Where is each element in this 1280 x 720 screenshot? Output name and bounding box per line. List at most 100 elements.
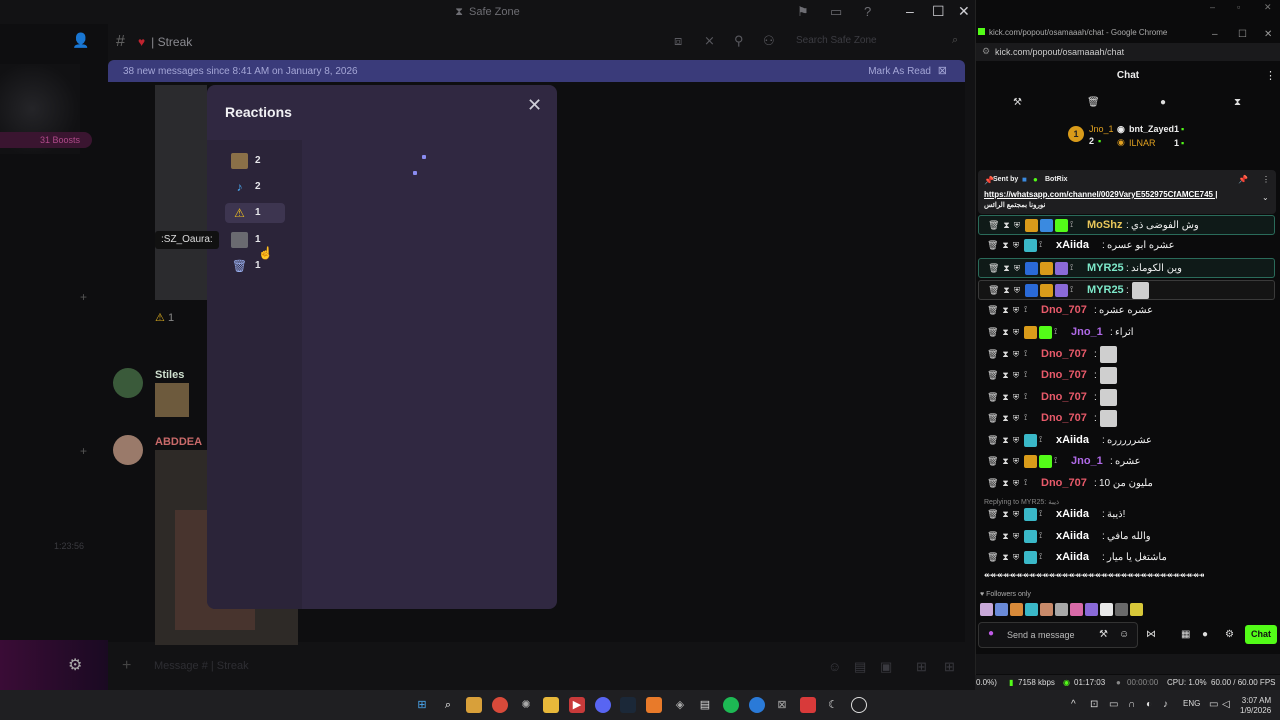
emote[interactable] xyxy=(1070,603,1083,616)
maximize-button[interactable]: ☐ xyxy=(932,3,945,20)
chat-message[interactable]: 🗑⧗⛨ ⟟ Jno_1: اثراء xyxy=(978,323,1275,343)
mod-actions-icon[interactable]: 🗑⧗⛨ xyxy=(987,240,1023,251)
mic-icon[interactable]: ● xyxy=(988,628,994,639)
gif-icon[interactable]: ▤ xyxy=(854,659,866,675)
emote[interactable] xyxy=(1025,603,1038,616)
reaction-item[interactable]: ♪ 2 xyxy=(225,177,285,197)
close-window-button[interactable]: ✕ xyxy=(1264,29,1272,40)
media-app-icon[interactable]: ▶ xyxy=(569,697,585,713)
chat-message[interactable]: 🗑⧗⛨ ⟟ xAiida: عشره ابو عسره xyxy=(978,236,1275,256)
emoji-icon[interactable]: ☺ xyxy=(828,659,841,674)
avatar-2[interactable] xyxy=(113,435,143,465)
reaction-item[interactable]: 2 xyxy=(225,151,285,171)
reaction-item[interactable]: 🗑 1 xyxy=(225,256,285,276)
chrome-icon[interactable] xyxy=(492,697,508,713)
pinned-bot-name[interactable]: BotRix xyxy=(1045,176,1068,183)
search-input[interactable]: Search Safe Zone xyxy=(790,31,965,51)
mod-actions-icon[interactable]: 🗑⧗⛨ xyxy=(988,285,1024,296)
inbox-flag-icon[interactable]: ⚑ xyxy=(797,4,809,20)
leaderboard-third-name[interactable]: ILNAR xyxy=(1129,138,1156,148)
site-info-icon[interactable]: ⚙ xyxy=(982,46,990,57)
hourglass-icon[interactable]: ⧗ xyxy=(1234,97,1241,108)
volume-icon[interactable]: ◁ xyxy=(1222,699,1230,710)
reaction-item[interactable]: 1 xyxy=(225,230,285,250)
apps-icon[interactable]: ⊞ xyxy=(944,659,955,675)
calendar-icon[interactable]: ▦ xyxy=(1181,629,1190,640)
emote[interactable] xyxy=(1085,603,1098,616)
app-icon-2[interactable]: ◈ xyxy=(672,697,688,713)
extension-icon[interactable]: ⋈ xyxy=(1146,629,1156,640)
chat-bubble-icon[interactable]: ● xyxy=(1160,97,1166,108)
app-icon-5[interactable]: ⊠ xyxy=(774,697,790,713)
emote[interactable] xyxy=(1115,603,1128,616)
mic-icon[interactable]: ♪ xyxy=(1163,699,1168,710)
chat-message[interactable]: 🗑⧗⛨ ⟟ Dno_707: xyxy=(978,366,1275,386)
headset-icon[interactable]: ∩ xyxy=(1128,699,1135,710)
chat-username[interactable]: Dno_707 xyxy=(1041,477,1087,489)
chat-message[interactable]: 🗑⧗⛨ ⟟ xAiida: عشررررره xyxy=(978,431,1275,451)
new-messages-bar[interactable]: 38 new messages since 8:41 AM on January… xyxy=(108,60,965,82)
message-author-2[interactable]: ABDDEA xyxy=(155,436,202,448)
chat-username[interactable]: Jno_1 xyxy=(1071,455,1103,467)
minimize-button[interactable]: – xyxy=(906,3,914,19)
mod-actions-icon[interactable]: 🗑⧗⛨ xyxy=(987,349,1023,360)
chat-message[interactable]: 🗑⧗⛨ ⟟ xAiida: ذيبة! xyxy=(978,505,1275,525)
minimize-button-top[interactable]: – xyxy=(1210,2,1215,12)
add-icon[interactable]: + xyxy=(80,290,87,304)
app-icon-6[interactable]: ☾ xyxy=(825,697,841,713)
emote[interactable] xyxy=(1010,603,1023,616)
unpin-icon[interactable]: 📌 xyxy=(1238,175,1248,184)
minimize-button[interactable]: – xyxy=(1212,29,1218,40)
add-friend-icon[interactable]: 👤 xyxy=(72,32,89,49)
folder-icon[interactable] xyxy=(543,697,559,713)
chat-username[interactable]: Dno_707 xyxy=(1041,391,1087,403)
chat-username[interactable]: xAiida xyxy=(1056,239,1089,251)
send-message-input[interactable]: Send a message xyxy=(1007,630,1075,640)
chat-emote[interactable] xyxy=(1132,282,1149,299)
chat-emote[interactable] xyxy=(1100,389,1117,406)
chat-username[interactable]: MoShz xyxy=(1087,219,1122,231)
avatar[interactable] xyxy=(113,368,143,398)
url-text[interactable]: kick.com/popout/osamaaah/chat xyxy=(995,47,1124,57)
network-icon[interactable]: ▭ xyxy=(1209,699,1218,710)
gear-icon[interactable]: ⚙ xyxy=(68,655,82,675)
leaderboard-top-name[interactable]: Jno_1 xyxy=(1089,124,1114,134)
command-icon[interactable]: ⚒ xyxy=(1099,629,1108,640)
chat-emote[interactable] xyxy=(1100,367,1117,384)
reaction-bar[interactable]: ⚠ 1 xyxy=(155,311,174,324)
chat-message[interactable]: 🗑⧗⛨ ⟟ Dno_707: xyxy=(978,345,1275,365)
chat-username[interactable]: MYR25 xyxy=(1087,284,1124,296)
tray-icon[interactable]: ⊡ xyxy=(1090,699,1098,710)
emote[interactable] xyxy=(1130,603,1143,616)
inbox-icon[interactable]: ▭ xyxy=(830,4,842,20)
file-app-icon[interactable] xyxy=(466,697,482,713)
boosts-badge[interactable]: 31 Boosts xyxy=(0,132,92,148)
attach-icon[interactable]: + xyxy=(122,657,131,675)
mod-actions-icon[interactable]: 🗑⧗⛨ xyxy=(988,263,1024,274)
mod-actions-icon[interactable]: 🗑⧗⛨ xyxy=(987,456,1023,467)
gift-icon[interactable]: ⊞ xyxy=(916,659,927,675)
tray-icon-2[interactable]: ▭ xyxy=(1109,699,1118,710)
chat-username[interactable]: Jno_1 xyxy=(1071,326,1103,338)
reaction-item-selected[interactable]: ⚠ 1 xyxy=(225,203,285,223)
emoji-icon[interactable]: ☺ xyxy=(1119,629,1129,640)
app-icon-3[interactable]: ▤ xyxy=(697,697,713,713)
language-indicator[interactable]: ENG xyxy=(1183,699,1200,708)
pinned-link[interactable]: https://whatsapp.com/channel/0029VaryE55… xyxy=(984,190,1217,199)
spotify-icon[interactable] xyxy=(723,697,739,713)
chat-username[interactable]: Dno_707 xyxy=(1041,369,1087,381)
chat-username[interactable]: Dno_707 xyxy=(1041,348,1087,360)
chat-emote[interactable] xyxy=(1100,410,1117,427)
chat-username[interactable]: Dno_707 xyxy=(1041,412,1087,424)
image-attachment[interactable] xyxy=(155,85,207,300)
emote[interactable] xyxy=(1055,603,1068,616)
app-icon[interactable] xyxy=(646,697,662,713)
more-options-icon[interactable]: ⋮ xyxy=(1265,69,1276,82)
mod-actions-icon[interactable]: 🗑⧗⛨ xyxy=(987,413,1023,424)
chat-message[interactable]: 🗑⧗⛨ ⟟ Jno_1: عشره xyxy=(978,452,1275,472)
close-button-top[interactable]: ✕ xyxy=(1264,2,1272,13)
discord-icon[interactable] xyxy=(595,697,611,713)
pin-icon[interactable]: ⚲ xyxy=(734,33,744,49)
message-author[interactable]: Stiles xyxy=(155,369,184,381)
chat-username[interactable]: xAiida xyxy=(1056,434,1089,446)
